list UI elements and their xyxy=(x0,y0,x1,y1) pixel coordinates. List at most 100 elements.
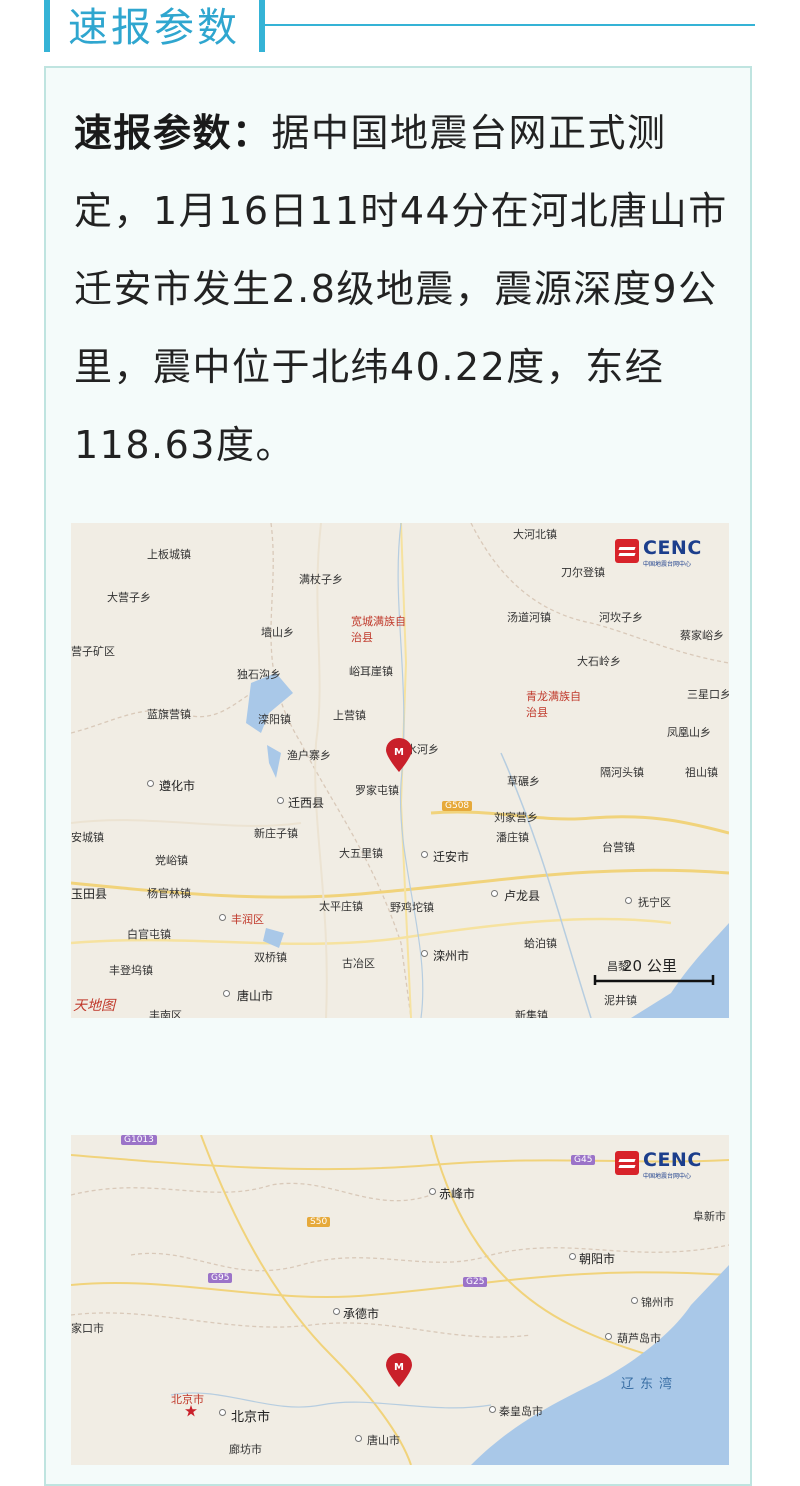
map-label: 辽东湾 xyxy=(621,1377,679,1392)
map-label: 野鸡坨镇 xyxy=(390,901,434,914)
map-label: 河坎子乡 xyxy=(599,611,643,624)
map-label: 隔河头镇 xyxy=(600,766,644,779)
map-label: 迁安市 xyxy=(433,850,470,864)
map-label: 抚宁区 xyxy=(638,896,671,909)
map-label: 太平庄镇 xyxy=(319,900,363,913)
map-label: 潘庄镇 xyxy=(496,831,529,844)
header-right-bar xyxy=(259,0,265,52)
map-label: 汤道河镇 xyxy=(507,611,551,624)
place-dot xyxy=(569,1253,576,1260)
map-label: 蓝旗营镇 xyxy=(147,708,191,721)
map-label: 唐山市 xyxy=(237,989,274,1003)
map-label: 凤凰山乡 xyxy=(667,726,711,739)
map-label: 遵化市 xyxy=(159,779,196,793)
svg-text:M: M xyxy=(394,747,404,758)
map-label: 台营镇 xyxy=(602,841,635,854)
map-label: 丰登坞镇 xyxy=(109,964,153,977)
place-dot xyxy=(219,914,226,921)
cenc-subtitle: 中国地震台网中心 xyxy=(643,561,692,568)
map-label: 滦州市 xyxy=(433,949,470,963)
place-dot xyxy=(147,780,154,787)
map-label: 阜新市 xyxy=(693,1210,726,1223)
cenc-wordmark: CENC xyxy=(643,537,702,559)
map-label: 葫芦岛市 xyxy=(617,1332,661,1345)
map-scale-bar xyxy=(593,975,715,985)
map-label: 满杖子乡 xyxy=(299,573,343,586)
capital-star-icon xyxy=(185,1405,197,1417)
place-dot xyxy=(605,1333,612,1340)
map-label: 秦皇岛市 xyxy=(499,1405,543,1418)
place-dot xyxy=(355,1435,362,1442)
map-label: 祖山镇 xyxy=(685,766,718,779)
tianditu-watermark: 天地图 xyxy=(73,998,115,1014)
map-label: 滦阳镇 xyxy=(258,713,291,726)
map-label: 新庄子镇 xyxy=(254,827,298,840)
map-label: 杨官林镇 xyxy=(147,887,191,900)
road-shield: G1013 xyxy=(121,1135,157,1145)
map-label: 峪耳崖镇 xyxy=(349,665,393,678)
map-label: 安城镇 xyxy=(71,831,104,844)
road-shield: G45 xyxy=(571,1155,596,1165)
cenc-logo: CENC 中国地震台网中心 xyxy=(615,1149,715,1181)
place-dot xyxy=(333,1308,340,1315)
cenc-logo-icon xyxy=(615,539,639,563)
section-title: 速报参数 xyxy=(68,5,240,51)
header-left-bar xyxy=(44,0,50,52)
cenc-wordmark: CENC xyxy=(643,1149,702,1171)
map-label: 白官屯镇 xyxy=(127,928,171,941)
place-dot xyxy=(625,897,632,904)
map-label: 锦州市 xyxy=(641,1296,674,1309)
map-label: 草碾乡 xyxy=(507,775,540,788)
map-label: 丰南区 xyxy=(149,1009,182,1018)
map-label: 新集镇 xyxy=(515,1009,548,1018)
epicenter-map-local[interactable]: CENC 中国地震台网中心 上板城镇 满杖子乡 大河北镇 刀尔登镇 大营子乡 宽… xyxy=(71,523,729,1018)
map-label: 蛤泊镇 xyxy=(524,937,557,950)
map-label: 玉田县 xyxy=(71,887,108,901)
svg-text:M: M xyxy=(394,1362,404,1373)
header-rule xyxy=(265,24,755,26)
place-dot xyxy=(277,797,284,804)
road-shield: G95 xyxy=(208,1273,233,1283)
road-shield: G508 xyxy=(442,801,473,811)
place-dot xyxy=(489,1406,496,1413)
map-label: 青龙满族自治县 xyxy=(526,690,581,719)
map-label: 渔户寨乡 xyxy=(287,749,331,762)
cenc-subtitle: 中国地震台网中心 xyxy=(643,1173,692,1180)
map-label: 蔡家峪乡 xyxy=(680,629,724,642)
cenc-logo-icon xyxy=(615,1151,639,1175)
map-label: 家口市 xyxy=(71,1322,104,1335)
place-dot xyxy=(429,1188,436,1195)
map-label: 上板城镇 xyxy=(147,548,191,561)
map-label: 大五里镇 xyxy=(339,847,383,860)
map-label: 墙山乡 xyxy=(261,626,294,639)
cenc-logo: CENC 中国地震台网中心 xyxy=(615,537,715,569)
epicenter-pin-icon[interactable]: M xyxy=(386,1353,412,1387)
map-label: 刘家营乡 xyxy=(494,811,538,824)
place-dot xyxy=(631,1297,638,1304)
map-label: 廊坊市 xyxy=(229,1443,262,1456)
map-label: 双桥镇 xyxy=(254,951,287,964)
map-label: 丰润区 xyxy=(231,913,264,926)
map-label: 独石沟乡 xyxy=(237,668,281,681)
epicenter-map-regional[interactable]: CENC 中国地震台网中心 G1013 G45 赤峰市 阜新市 S50 朝阳市 … xyxy=(71,1135,729,1465)
map-label: 大石岭乡 xyxy=(577,655,621,668)
map-label: 唐山市 xyxy=(367,1434,400,1447)
place-dot xyxy=(421,851,428,858)
road-shield: S50 xyxy=(307,1217,331,1227)
map-label: 三星口乡 xyxy=(687,688,729,701)
map-label: 朝阳市 xyxy=(579,1252,616,1266)
report-label: 速报参数： xyxy=(74,111,272,155)
map-label: 泥井镇 xyxy=(604,994,637,1007)
map-label: 上营镇 xyxy=(333,709,366,722)
map-label: 宽城满族自治县 xyxy=(351,615,406,644)
map-label: 承德市 xyxy=(343,1307,380,1321)
report-paragraph: 速报参数：据中国地震台网正式测定，1月16日11时44分在河北唐山市迁安市发生2… xyxy=(74,94,734,484)
map-label: 罗家屯镇 xyxy=(355,784,399,797)
place-dot xyxy=(491,890,498,897)
epicenter-pin-icon[interactable]: M xyxy=(386,738,412,772)
map-label: 迁西县 xyxy=(288,796,325,810)
map-label: 北京市 xyxy=(231,1410,271,1425)
map-label: 卢龙县 xyxy=(504,889,541,903)
report-body: 据中国地震台网正式测定，1月16日11时44分在河北唐山市迁安市发生2.8级地震… xyxy=(74,111,728,467)
map-label: 营子矿区 xyxy=(71,645,115,658)
